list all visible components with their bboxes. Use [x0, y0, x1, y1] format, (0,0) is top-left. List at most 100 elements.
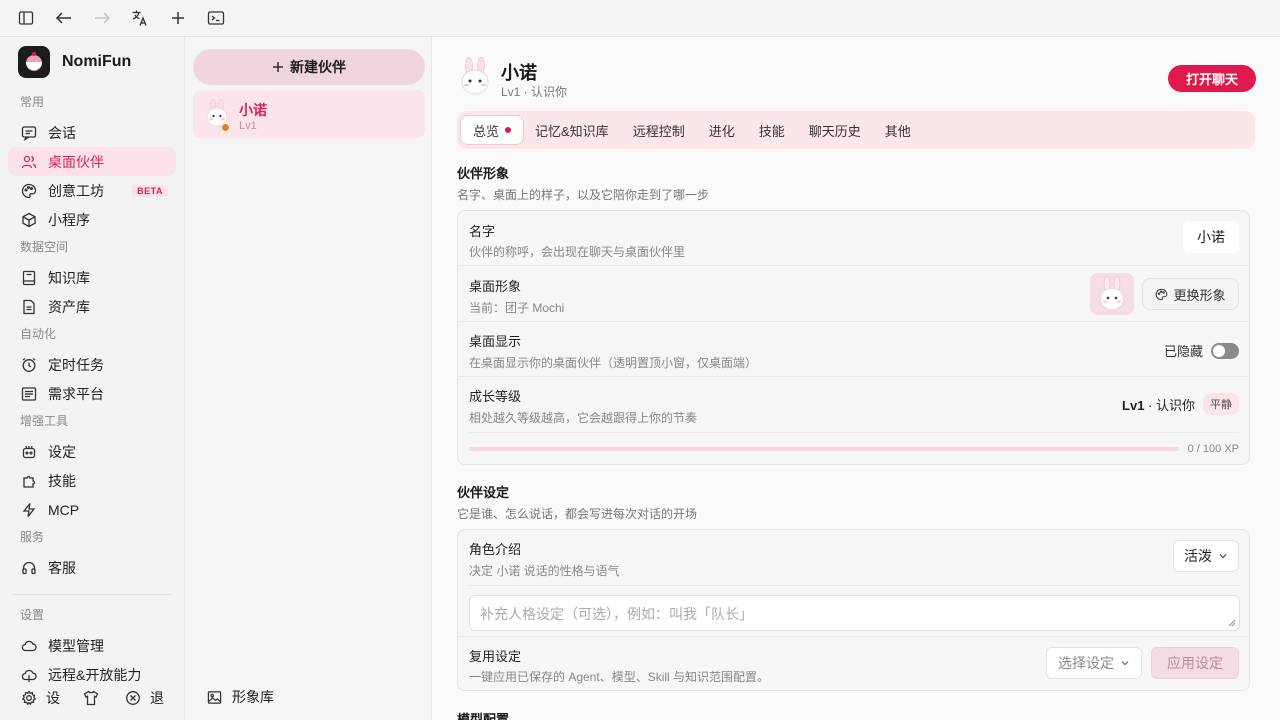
sidebar-item-mcp[interactable]: MCP [8, 495, 176, 524]
avatar-label: 桌面形象 [469, 279, 522, 294]
role-select[interactable]: 活泼 [1173, 540, 1239, 572]
sidebar-item-label: 定时任务 [48, 356, 104, 373]
tab-other[interactable]: 其他 [873, 116, 923, 144]
book-icon [20, 269, 38, 287]
brand: NomiFun [18, 46, 131, 78]
sidebar-item-label: 客服 [48, 559, 76, 576]
tab-label: 远程控制 [632, 123, 685, 139]
sidebar-item-support[interactable]: 客服 [8, 553, 176, 582]
sidebar-item-demand[interactable]: 需求平台 [8, 379, 176, 408]
tab-overview[interactable]: 总览 [461, 116, 524, 144]
tab-memory[interactable]: 记忆&知识库 [523, 116, 621, 144]
forward-arrow-icon[interactable] [92, 8, 112, 28]
sidebar-item-label: 设定 [48, 443, 76, 460]
sidebar-item-chat[interactable]: 会话 [8, 118, 176, 147]
sidebar-settings-group: 设置 模型管理 远程&开放能力 [8, 602, 176, 689]
sidebar-item-skills[interactable]: 技能 [8, 466, 176, 495]
display-toggle[interactable] [1211, 342, 1239, 359]
level-value: Lv1 [1122, 397, 1145, 413]
sidebar-item-assets[interactable]: 资产库 [8, 292, 176, 321]
avatar-row: 桌面形象 当前：团子 Mochi 更换形象 [458, 266, 1249, 322]
partner-name: 小诺 [239, 102, 267, 118]
app-name: NomiFun [62, 53, 132, 70]
sidebar-item-label: 知识库 [48, 269, 90, 286]
tab-label: 总览 [473, 123, 500, 139]
persona-section-title: 伙伴设定 [457, 485, 510, 500]
shirt-icon[interactable] [82, 689, 100, 707]
sidebar-footer: 设 退 [20, 688, 164, 708]
change-avatar-button[interactable]: 更换形象 [1142, 278, 1239, 310]
tab-evolution[interactable]: 进化 [697, 116, 747, 144]
back-arrow-icon[interactable] [54, 8, 74, 28]
sidebar-item-label: MCP [48, 501, 80, 518]
open-chat-button[interactable]: 打开聊天 [1168, 65, 1256, 92]
tab-label: 聊天历史 [808, 123, 861, 139]
status-indicator [221, 123, 230, 132]
exit-label[interactable]: 退 [150, 688, 164, 708]
persona-card: 角色介绍 决定 小诺 说话的性格与语气 活泼 补充人格设定（可选），例如：叫我「… [457, 529, 1250, 691]
sidebar-item-label: 远程&开放能力 [48, 666, 142, 683]
change-avatar-label: 更换形象 [1173, 287, 1226, 303]
name-input[interactable]: 小诺 [1183, 221, 1239, 253]
partner-level: Lv1 [239, 120, 257, 132]
translate-icon[interactable] [130, 8, 150, 28]
tab-skills[interactable]: 技能 [747, 116, 797, 144]
growth-label: 成长等级 [469, 389, 522, 404]
sidebar-item-remote[interactable]: 远程&开放能力 [8, 660, 176, 689]
users-icon [20, 153, 38, 171]
role-label: 角色介绍 [469, 542, 522, 557]
partner-title: 小诺 [501, 63, 537, 83]
display-desc: 在桌面显示你的桌面伙伴（透明置顶小窗，仅桌面端） [469, 356, 758, 370]
terminal-icon[interactable] [206, 8, 226, 28]
partner-subtitle: Lv1 · 认识你 [501, 85, 568, 99]
xp-text: 0 / 100 XP [1187, 443, 1239, 455]
reuse-select[interactable]: 选择设定 [1046, 647, 1142, 679]
sidebar-item-creative[interactable]: 创意工坊 BETA [8, 176, 176, 205]
growth-row: 成长等级 相处越久等级越高，它会越跟得上你的节奏 Lv1 · 认识你 平静 0 … [458, 377, 1249, 464]
sidebar-item-knowledge[interactable]: 知识库 [8, 263, 176, 292]
sidebar-item-settings[interactable]: 设定 [8, 437, 176, 466]
appearance-card: 名字 伙伴的称呼，会出现在聊天与桌面伙伴里 小诺 桌面形象 当前：团子 Moch… [457, 210, 1250, 465]
persona-section-desc: 它是谁、怎么说话，都会写进每次对话的开场 [457, 507, 698, 521]
section-tools: 增强工具 [20, 414, 69, 428]
new-partner-button[interactable]: 新建伙伴 [193, 49, 425, 85]
reuse-select-value: 选择设定 [1058, 655, 1114, 671]
sidebar-item-miniapp[interactable]: 小程序 [8, 205, 176, 234]
palette-icon [20, 182, 38, 200]
tab-label: 进化 [708, 123, 735, 139]
sidebar-item-desktop-partner[interactable]: 桌面伙伴 [8, 147, 176, 176]
avatar-gallery-link[interactable]: 形象库 [207, 687, 274, 707]
avatar-preview [1090, 273, 1134, 315]
new-tab-plus-icon[interactable] [168, 8, 188, 28]
cube-icon [20, 211, 38, 229]
sidebar-divider [12, 594, 172, 595]
gear-icon[interactable] [20, 689, 38, 707]
display-row: 桌面显示 在桌面显示你的桌面伙伴（透明置顶小窗，仅桌面端） 已隐藏 [458, 322, 1249, 377]
name-row: 名字 伙伴的称呼，会出现在聊天与桌面伙伴里 小诺 [458, 211, 1249, 266]
tab-remote[interactable]: 远程控制 [621, 116, 697, 144]
sidebar-item-scheduled[interactable]: 定时任务 [8, 350, 176, 379]
bunny-avatar-icon [455, 57, 495, 97]
display-label: 桌面显示 [469, 334, 522, 349]
list-board-icon [20, 385, 38, 403]
sidebar-toggle-icon[interactable] [16, 8, 36, 28]
image-icon [207, 690, 222, 705]
gallery-label: 形象库 [232, 689, 274, 705]
exit-circle-x-icon[interactable] [124, 689, 142, 707]
tab-label: 记忆&知识库 [535, 123, 609, 139]
cloud-icon [20, 637, 38, 655]
partner-list-item[interactable]: 小诺 Lv1 [193, 90, 425, 138]
persona-placeholder: 补充人格设定（可选），例如：叫我「队长」 [480, 606, 753, 622]
apply-setting-button[interactable]: 应用设定 [1151, 647, 1239, 679]
palette-icon [1155, 288, 1168, 301]
sidebar-item-label: 资产库 [48, 298, 90, 315]
role-row: 角色介绍 决定 小诺 说话的性格与语气 活泼 补充人格设定（可选），例如：叫我「… [458, 530, 1249, 637]
tab-chat-history[interactable]: 聊天历史 [797, 116, 873, 144]
reuse-row: 复用设定 一键应用已保存的 Agent、模型、Skill 与知识范围配置。 选择… [458, 637, 1249, 690]
role-desc: 决定 小诺 说话的性格与语气 [469, 564, 620, 578]
sidebar-item-models[interactable]: 模型管理 [8, 631, 176, 660]
cloud-link-icon [20, 666, 38, 684]
settings-label[interactable]: 设 [46, 688, 60, 708]
resize-handle-icon[interactable] [1228, 619, 1236, 627]
persona-extra-input[interactable]: 补充人格设定（可选），例如：叫我「队长」 [469, 595, 1240, 631]
